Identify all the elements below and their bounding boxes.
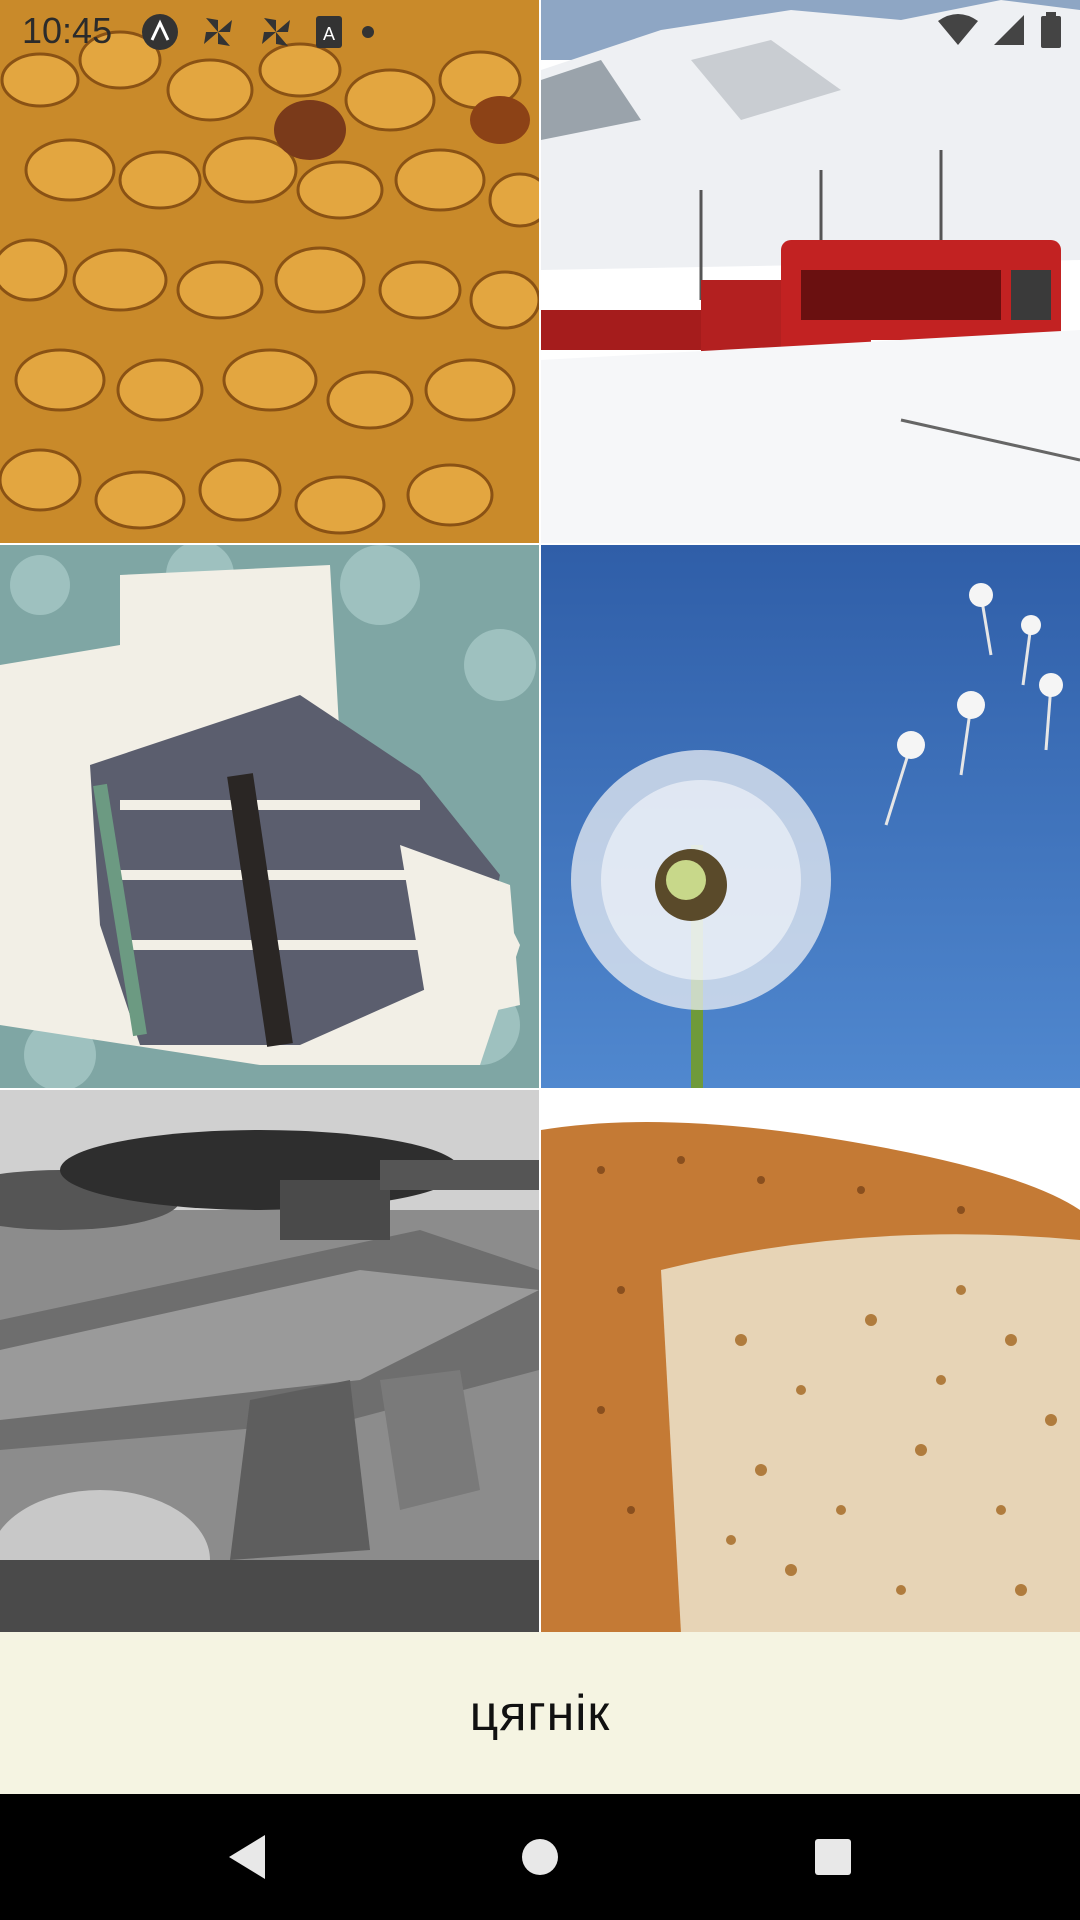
- image-tile-socks[interactable]: [0, 545, 539, 1088]
- navigation-bar: [0, 1794, 1080, 1920]
- image-tile-raisins[interactable]: [0, 0, 539, 543]
- socks-image: [0, 545, 539, 1088]
- raisins-image: [0, 0, 539, 543]
- bread-image: [541, 1090, 1080, 1633]
- image-tile-bread[interactable]: [541, 1090, 1080, 1633]
- image-tile-anvil[interactable]: [0, 1090, 539, 1633]
- answer-panel: цягнік: [0, 1632, 1080, 1794]
- image-grid: [0, 0, 1080, 1633]
- image-tile-dandelion[interactable]: [541, 545, 1080, 1088]
- home-button[interactable]: [495, 1812, 585, 1902]
- dandelion-image: [541, 545, 1080, 1088]
- home-icon: [521, 1839, 558, 1875]
- back-button[interactable]: [202, 1812, 292, 1902]
- recents-button[interactable]: [788, 1812, 878, 1902]
- image-tile-train[interactable]: [541, 0, 1080, 543]
- anvil-image: [0, 1090, 539, 1633]
- train-image: [541, 0, 1080, 543]
- target-word: цягнік: [469, 1685, 611, 1741]
- recents-icon: [815, 1839, 852, 1875]
- back-icon: [228, 1835, 265, 1879]
